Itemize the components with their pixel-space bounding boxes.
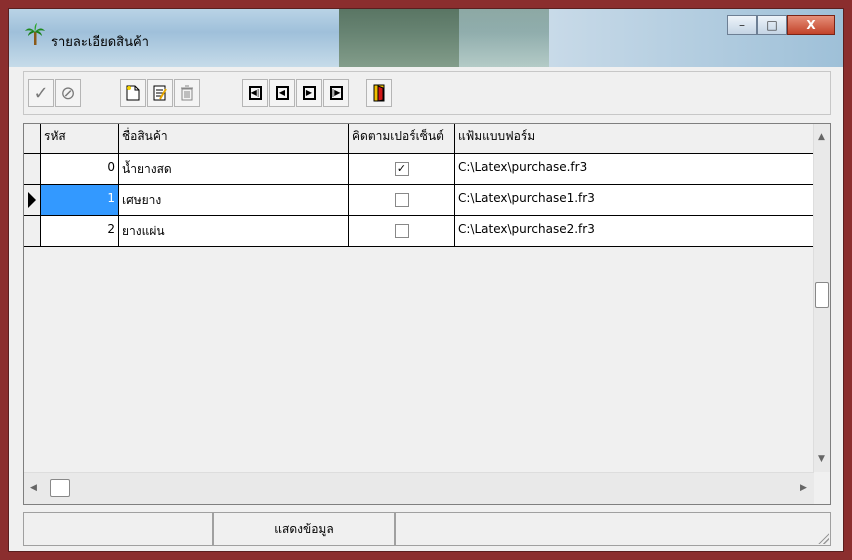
vertical-scrollbar[interactable]: ▲ ▼ bbox=[813, 124, 830, 472]
header-indicator bbox=[24, 124, 41, 154]
caption-buttons: – □ X bbox=[727, 15, 835, 35]
delete-button[interactable] bbox=[174, 79, 200, 107]
product-grid[interactable]: รหัส ชื่อสินค้า คิดตามเปอร์เซ็นต์ แฟ้มแบ… bbox=[23, 123, 831, 505]
next-record-button[interactable]: ▶ bbox=[296, 79, 322, 107]
scroll-right-icon[interactable]: ▶ bbox=[800, 483, 807, 493]
last-record-button[interactable]: |▶ bbox=[323, 79, 349, 107]
cell-percent[interactable]: ✓ bbox=[349, 154, 455, 185]
close-button[interactable]: X bbox=[787, 15, 835, 35]
next-icon: ▶ bbox=[302, 86, 316, 100]
window-title: รายละเอียดสินค้า bbox=[51, 35, 149, 50]
title-bar-backdrop bbox=[339, 9, 459, 67]
header-product-name[interactable]: ชื่อสินค้า bbox=[119, 124, 349, 154]
status-panel-3 bbox=[395, 512, 831, 546]
scroll-up-icon[interactable]: ▲ bbox=[818, 132, 825, 142]
cell-product-name[interactable]: น้ำยางสด bbox=[119, 154, 349, 185]
horizontal-scroll-thumb[interactable] bbox=[50, 479, 70, 497]
post-button[interactable]: ✓ bbox=[28, 79, 54, 107]
prior-record-button[interactable]: ◀ bbox=[269, 79, 295, 107]
minimize-icon: – bbox=[739, 18, 745, 32]
cell-code[interactable]: 1 bbox=[41, 185, 119, 216]
cell-percent[interactable] bbox=[349, 185, 455, 216]
exit-button[interactable] bbox=[366, 79, 392, 107]
first-record-button[interactable]: ◀| bbox=[242, 79, 268, 107]
edit-icon bbox=[153, 85, 167, 101]
vertical-scroll-thumb[interactable] bbox=[815, 282, 829, 308]
navigator-toolbar: ✓ ⊘ ◀| ◀ ▶ |▶ bbox=[23, 71, 831, 115]
percent-checkbox[interactable] bbox=[394, 193, 409, 207]
resize-grip-icon[interactable] bbox=[817, 532, 829, 544]
new-icon bbox=[126, 85, 140, 101]
status-panel-1 bbox=[23, 512, 213, 546]
status-panel-2: แสดงข้อมูล bbox=[213, 512, 395, 546]
prior-icon: ◀ bbox=[275, 86, 289, 100]
row-indicator[interactable] bbox=[24, 216, 41, 247]
status-bar: แสดงข้อมูล bbox=[23, 512, 831, 546]
cell-percent[interactable] bbox=[349, 216, 455, 247]
last-icon: |▶ bbox=[329, 86, 343, 100]
cell-form-file[interactable]: C:\Latex\purchase2.fr3 bbox=[455, 216, 814, 247]
cell-form-file[interactable]: C:\Latex\purchase.fr3 bbox=[455, 154, 814, 185]
new-button[interactable] bbox=[120, 79, 146, 107]
maximize-button[interactable]: □ bbox=[757, 15, 787, 35]
scroll-down-icon[interactable]: ▼ bbox=[818, 454, 825, 464]
maximize-icon: □ bbox=[766, 18, 778, 32]
header-percent[interactable]: คิดตามเปอร์เซ็นต์ bbox=[349, 124, 455, 154]
percent-checkbox[interactable] bbox=[394, 224, 409, 238]
title-bar[interactable]: รายละเอียดสินค้า – □ X bbox=[9, 9, 843, 67]
minimize-button[interactable]: – bbox=[727, 15, 757, 35]
cell-form-file[interactable]: C:\Latex\purchase1.fr3 bbox=[455, 185, 814, 216]
header-form-file[interactable]: แฟ้มแบบฟอร์ม bbox=[455, 124, 814, 154]
current-row-arrow-icon bbox=[28, 192, 36, 208]
scroll-left-icon[interactable]: ◀ bbox=[30, 483, 37, 493]
cell-code[interactable]: 2 bbox=[41, 216, 119, 247]
post-icon: ✓ bbox=[33, 82, 49, 104]
cell-product-name[interactable]: เศษยาง bbox=[119, 185, 349, 216]
cell-code[interactable]: 0 bbox=[41, 154, 119, 185]
delete-icon bbox=[181, 85, 193, 101]
cancel-button[interactable]: ⊘ bbox=[55, 79, 81, 107]
row-indicator[interactable] bbox=[24, 154, 41, 185]
exit-icon bbox=[373, 84, 385, 102]
cancel-icon: ⊘ bbox=[60, 82, 76, 104]
close-icon: X bbox=[806, 18, 816, 32]
row-indicator[interactable] bbox=[24, 185, 41, 216]
title-bar-backdrop bbox=[459, 9, 549, 67]
first-icon: ◀| bbox=[248, 86, 262, 100]
palm-tree-icon bbox=[25, 23, 45, 45]
percent-checkbox[interactable]: ✓ bbox=[394, 162, 409, 176]
horizontal-scrollbar[interactable]: ◀ ▶ bbox=[24, 472, 814, 504]
cell-product-name[interactable]: ยางแผ่น bbox=[119, 216, 349, 247]
header-code[interactable]: รหัส bbox=[41, 124, 119, 154]
edit-button[interactable] bbox=[147, 79, 173, 107]
product-details-window: รายละเอียดสินค้า – □ X ✓ ⊘ ◀| ◀ ▶ |▶ รหั… bbox=[8, 8, 844, 552]
